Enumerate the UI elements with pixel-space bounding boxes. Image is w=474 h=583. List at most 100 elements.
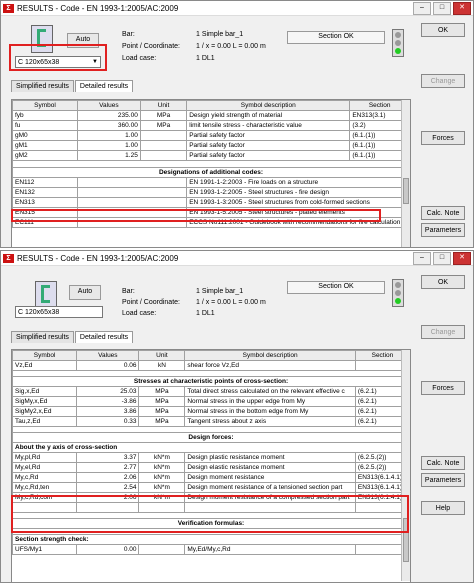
description-cell: Partial safety factor: [186, 130, 351, 141]
table-row: EN132 EN 1993-1-2:2005 - Steel structures…: [12, 187, 410, 198]
table-header-row: Symbol Values Unit Symbol description Se…: [12, 100, 410, 111]
description-cell: Tangent stress about z axis: [184, 416, 356, 427]
ok-button[interactable]: OK: [421, 275, 465, 289]
symbol-cell: Tau,z,Ed: [12, 416, 78, 427]
symbol-cell: My,pl,Rd: [12, 452, 78, 463]
unit-cell: MPa: [139, 110, 188, 121]
symbol-cell: gM1: [12, 140, 78, 151]
col-description: Symbol description: [186, 100, 351, 111]
table-scrollbar[interactable]: [401, 350, 410, 581]
table-row: My,el,Rd 2.77 kN*m Design elastic resistanc…: [12, 462, 410, 473]
table-row: SigMy2,x,Ed 3.86 MPa Normal stress in the b…: [12, 406, 410, 417]
ok-button[interactable]: OK: [421, 23, 465, 37]
title-bar[interactable]: Σ RESULTS - Code - EN 1993-1:2005/AC:200…: [1, 1, 473, 16]
table-header-row: Symbol Values Unit Symbol description Se…: [12, 350, 410, 361]
status-lights-icon: [392, 29, 404, 57]
parameters-button[interactable]: Parameters: [421, 473, 465, 487]
description-cell: Partial safety factor: [186, 150, 351, 161]
load-case-value: 1 DL1: [196, 55, 215, 62]
status-section-ok: Section OK: [287, 31, 385, 44]
bar-label: Bar:: [122, 31, 135, 38]
unit-cell: MPa: [138, 406, 186, 417]
section-subheader: Section strength check:: [12, 534, 410, 545]
value-cell: 2.77: [76, 462, 140, 473]
minimize-button[interactable]: –: [413, 2, 431, 15]
symbol-cell: SigMy2,x,Ed: [12, 406, 78, 417]
load-case-value: 1 DL1: [196, 310, 215, 317]
description-cell: Design moment resistance of a tensioned …: [184, 482, 356, 493]
close-button[interactable]: ✕: [453, 2, 471, 15]
section-value: C 120x65x38: [18, 309, 60, 316]
table-row: EN313 EN 1993-1-3:2005 - Steel structures…: [12, 197, 410, 208]
bar-value: 1 Simple bar_1: [196, 288, 244, 295]
point-value: 1 / x = 0.00 L = 0.00 m: [196, 299, 266, 306]
col-symbol: Symbol: [12, 100, 78, 111]
table-row: fyb 235.00 MPa Design yield strength of mat…: [12, 110, 410, 121]
description-cell: Design yield strength of material: [186, 110, 351, 121]
scroll-thumb[interactable]: [403, 178, 409, 204]
section-header-row: Section strength check:: [12, 534, 410, 545]
value-cell: 1.25: [76, 150, 141, 161]
table-scrollbar[interactable]: [401, 100, 410, 247]
c-profile-icon: [35, 281, 57, 309]
auto-button[interactable]: Auto: [69, 285, 101, 300]
col-symbol: Symbol: [12, 350, 78, 361]
code-cell: EN112: [12, 177, 78, 188]
section-header: Designations of additional codes:: [12, 167, 410, 178]
point-label: Point / Coordinate:: [122, 299, 180, 306]
forces-button[interactable]: Forces: [421, 131, 465, 145]
section-header-row: Stresses at characteristic points of cro…: [12, 376, 410, 387]
highlight-section-combo: [9, 44, 107, 71]
col-unit: Unit: [138, 350, 186, 361]
tab-detailed-results[interactable]: Detailed results: [74, 80, 134, 92]
symbol-cell: My,c,Rd,ten: [12, 482, 78, 493]
change-button[interactable]: Change: [421, 325, 465, 339]
tab-detailed-results[interactable]: Detailed results: [74, 331, 134, 343]
close-button[interactable]: ✕: [453, 252, 471, 265]
value-cell: 2.06: [76, 472, 140, 483]
description-cell: Total direct stress calculated on the re…: [184, 386, 356, 397]
tab-simplified-results[interactable]: Simplified results: [11, 80, 74, 92]
point-label: Point / Coordinate:: [122, 43, 180, 50]
title-bar[interactable]: Σ RESULTS - Code - EN 1993-1:2005/AC:200…: [1, 251, 473, 266]
calc-note-button[interactable]: Calc. Note: [421, 206, 465, 220]
section-combo[interactable]: C 120x65x38: [15, 306, 103, 318]
help-button[interactable]: Help: [421, 501, 465, 515]
value-cell: 1.00: [76, 130, 141, 141]
results-window-bottom: Σ RESULTS - Code - EN 1993-1:2005/AC:200…: [0, 250, 474, 583]
description-cell: Partial safety factor: [186, 140, 351, 151]
highlight-en313-row: [11, 209, 381, 222]
load-case-label: Load case:: [122, 55, 157, 62]
forces-button[interactable]: Forces: [421, 381, 465, 395]
calc-note-button[interactable]: Calc. Note: [421, 456, 465, 470]
value-cell: 0.00: [76, 544, 140, 555]
maximize-button[interactable]: □: [433, 252, 451, 265]
value-cell: 3.37: [76, 452, 140, 463]
blank-cell: [76, 177, 188, 188]
change-button[interactable]: Change: [421, 74, 465, 88]
code-description-cell: EN 1991-1-2:2003 - Fire loads on a struc…: [186, 177, 410, 188]
unit-cell: kN*m: [138, 482, 186, 493]
tab-simplified-results[interactable]: Simplified results: [11, 331, 74, 343]
value-cell: 1.00: [76, 140, 141, 151]
table-row: gM1 1.00 Partial safety factor (6.1.(1)): [12, 140, 410, 151]
unit-cell: MPa: [138, 396, 186, 407]
results-table-top: Symbol Values Unit Symbol description Se…: [11, 99, 411, 247]
symbol-cell: My,el,Rd: [12, 462, 78, 473]
unit-cell: [138, 544, 186, 555]
minimize-button[interactable]: –: [413, 252, 431, 265]
table-row: My,c,Rd,ten 2.54 kN*m Design moment resista…: [12, 482, 410, 493]
table-row: My,c,Rd 2.06 kN*m Design moment resistance E…: [12, 472, 410, 483]
section-header-row: Designations of additional codes:: [12, 167, 410, 178]
code-cell: EN313: [12, 197, 78, 208]
description-cell: Design elastic resistance moment: [184, 462, 356, 473]
code-description-cell: EN 1993-1-3:2005 - Steel structures from…: [186, 197, 410, 208]
table-row: SigMy,x,Ed -3.86 MPa Normal stress in the u…: [12, 396, 410, 407]
status-lights-icon: [392, 279, 404, 307]
table-row: fu 360.00 MPa limit tensile stress - charac…: [12, 120, 410, 131]
col-values: Values: [76, 100, 141, 111]
parameters-button[interactable]: Parameters: [421, 223, 465, 237]
table-row: UFS/My1 0.00 My,Ed/My,c,Rd: [12, 544, 410, 555]
unit-cell: kN*m: [138, 462, 186, 473]
maximize-button[interactable]: □: [433, 2, 451, 15]
